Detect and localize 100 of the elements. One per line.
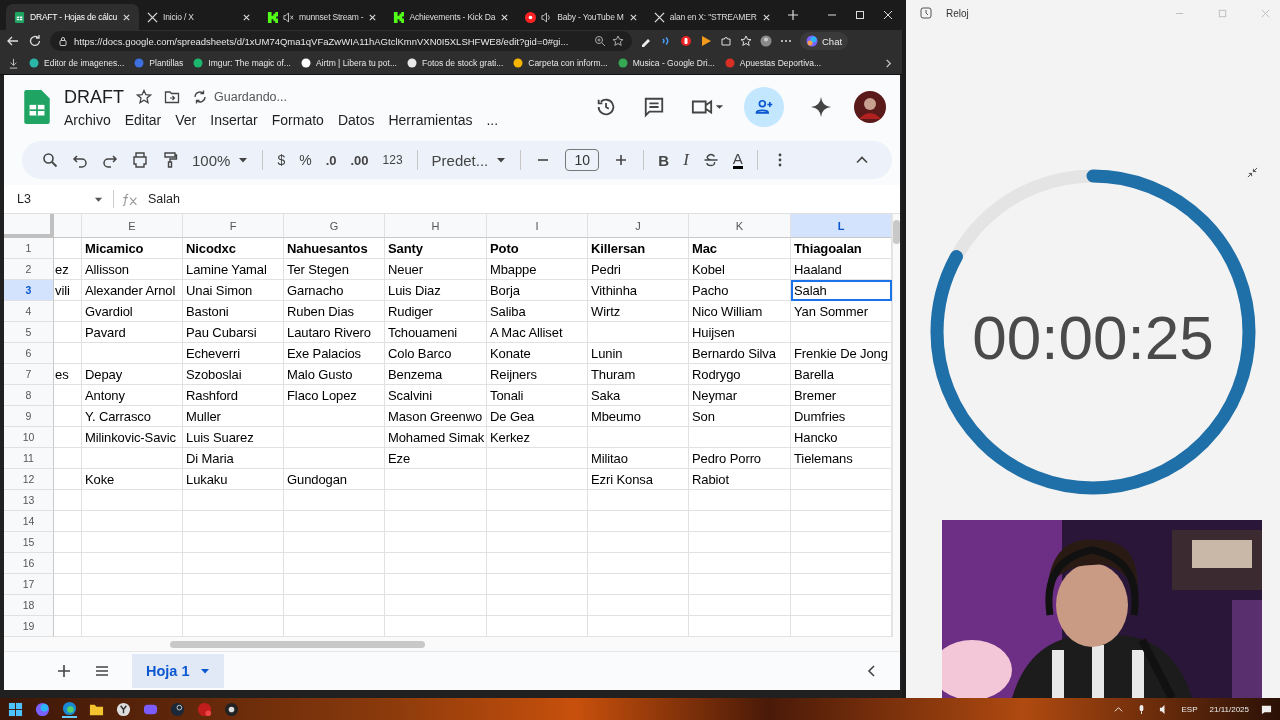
- zoom-icon[interactable]: [594, 35, 606, 47]
- muted-speaker-icon[interactable]: [283, 11, 295, 23]
- formula-field[interactable]: Salah: [148, 192, 180, 206]
- close-icon[interactable]: [882, 9, 894, 21]
- menu-item[interactable]: ...: [486, 111, 499, 128]
- currency-format-button[interactable]: $: [277, 152, 286, 168]
- browser-tab[interactable]: Achievements - Kick Da: [385, 4, 518, 30]
- comment-icon[interactable]: [643, 96, 665, 118]
- row-number[interactable]: 4: [4, 301, 54, 322]
- browser-tab[interactable]: alan en X: "STREAMER: [645, 4, 779, 30]
- new-tab-icon[interactable]: [786, 9, 799, 21]
- row-number[interactable]: 17: [4, 574, 54, 595]
- zoom-dropdown[interactable]: 100%: [192, 151, 249, 169]
- menu-item[interactable]: Editar: [124, 111, 162, 128]
- browser-tab[interactable]: Inicio / X: [139, 4, 260, 30]
- spreadsheet-logo-icon[interactable]: [24, 90, 50, 124]
- close-icon[interactable]: [761, 12, 771, 22]
- app-icon[interactable]: [35, 701, 50, 717]
- row-number[interactable]: 11: [4, 448, 54, 469]
- sparkle-icon[interactable]: [810, 96, 832, 118]
- bookmark[interactable]: Airtm | Libera tu pot...: [300, 58, 397, 68]
- bookmark[interactable]: Imgur: The magic of...: [193, 58, 291, 68]
- close-icon[interactable]: [122, 12, 132, 22]
- compact-view-icon[interactable]: [1247, 167, 1258, 178]
- row-number[interactable]: 2: [4, 259, 54, 280]
- increase-decimals-button[interactable]: .00: [350, 152, 369, 168]
- menu-item[interactable]: Herramientas: [388, 111, 473, 128]
- scrollbar-thumb[interactable]: [170, 640, 425, 648]
- document-title[interactable]: DRAFT: [64, 86, 124, 108]
- app-icon[interactable]: [116, 701, 131, 717]
- menu-item[interactable]: Formato: [271, 111, 324, 128]
- row-number[interactable]: 7: [4, 364, 54, 385]
- search-icon[interactable]: [42, 152, 58, 168]
- chat-button[interactable]: Chat: [800, 32, 849, 50]
- speaker-icon[interactable]: [541, 11, 553, 23]
- address-bar[interactable]: https://docs.google.com/spreadsheets/d/1xUM74Qma1qVFaZwWIA11hAGtclKmnVXN0I5XLSHFWE8/edit?gid=0#gi...: [50, 31, 632, 51]
- menu-icon[interactable]: [94, 663, 110, 679]
- star-icon[interactable]: [136, 89, 152, 105]
- row-number[interactable]: 19: [4, 616, 54, 637]
- bold-button[interactable]: B: [658, 151, 670, 169]
- browser-icon[interactable]: [62, 700, 77, 718]
- play-icon[interactable]: [700, 35, 712, 47]
- bookmark[interactable]: Apuestas Deportiva...: [724, 58, 822, 68]
- date-text[interactable]: 21/11/2025: [1209, 704, 1249, 714]
- bookmark[interactable]: Plantillas: [134, 58, 184, 68]
- menu-item[interactable]: Archivo: [64, 111, 111, 128]
- font-size-field[interactable]: 10: [565, 149, 600, 171]
- favorites-icon[interactable]: [740, 35, 752, 47]
- paint-format-icon[interactable]: [162, 152, 178, 168]
- menu-item[interactable]: Datos: [337, 111, 375, 128]
- row-number[interactable]: 1: [4, 238, 54, 259]
- column-header[interactable]: H: [385, 214, 487, 238]
- row-number[interactable]: 16: [4, 553, 54, 574]
- record-icon[interactable]: [224, 701, 239, 717]
- font-dropdown[interactable]: Predet...: [431, 151, 507, 169]
- windows-icon[interactable]: [8, 701, 23, 717]
- avatar[interactable]: [854, 91, 886, 123]
- italic-button[interactable]: I: [683, 150, 689, 170]
- column-header[interactable]: G: [284, 214, 385, 238]
- back-icon[interactable]: [6, 34, 20, 48]
- column-header[interactable]: I: [487, 214, 588, 238]
- bookmark[interactable]: Musica - Google Dri...: [617, 58, 715, 68]
- browser-tab[interactable]: munnset Stream -: [259, 4, 386, 30]
- browser-tab[interactable]: Baby - YouTube M: [517, 4, 646, 30]
- redo-icon[interactable]: [102, 152, 118, 168]
- history-icon[interactable]: [595, 96, 617, 118]
- maximize-icon[interactable]: [854, 9, 866, 21]
- decrease-decimals-button[interactable]: .0: [325, 152, 337, 168]
- strikethrough-icon[interactable]: [702, 152, 719, 168]
- language-indicator[interactable]: ESP: [1181, 704, 1198, 714]
- bookmark[interactable]: Fotos de stock grati...: [407, 58, 504, 68]
- number-format-button[interactable]: 123: [382, 153, 403, 167]
- row-number[interactable]: 12: [4, 469, 54, 490]
- row-number[interactable]: 14: [4, 511, 54, 532]
- star-icon[interactable]: [612, 35, 624, 47]
- column-header[interactable]: L: [791, 214, 892, 238]
- close-icon[interactable]: [242, 12, 252, 22]
- text-color-button[interactable]: A: [732, 151, 743, 169]
- close-icon[interactable]: [368, 12, 378, 22]
- row-number[interactable]: 6: [4, 343, 54, 364]
- row-number[interactable]: 8: [4, 385, 54, 406]
- column-header[interactable]: J: [588, 214, 689, 238]
- notification-icon[interactable]: [1261, 703, 1272, 715]
- download-icon[interactable]: [8, 57, 19, 69]
- folder-icon[interactable]: [164, 89, 180, 105]
- column-header[interactable]: K: [689, 214, 791, 238]
- shield-icon[interactable]: [680, 35, 692, 47]
- refresh-icon[interactable]: [28, 34, 42, 48]
- bookmark[interactable]: Carpeta con inform...: [513, 58, 608, 68]
- scrollbar-thumb[interactable]: [893, 220, 900, 244]
- row-number[interactable]: 13: [4, 490, 54, 511]
- row-number[interactable]: 18: [4, 595, 54, 616]
- menu-item[interactable]: Insertar: [210, 111, 258, 128]
- chevron-right-icon[interactable]: [883, 57, 894, 69]
- menu-item[interactable]: Ver: [175, 111, 197, 128]
- bookmark[interactable]: Editor de imagenes...: [29, 58, 125, 68]
- puzzle-icon[interactable]: [720, 35, 732, 47]
- profile-icon[interactable]: [760, 35, 772, 47]
- print-icon[interactable]: [132, 152, 148, 168]
- row-number[interactable]: 3: [4, 280, 54, 301]
